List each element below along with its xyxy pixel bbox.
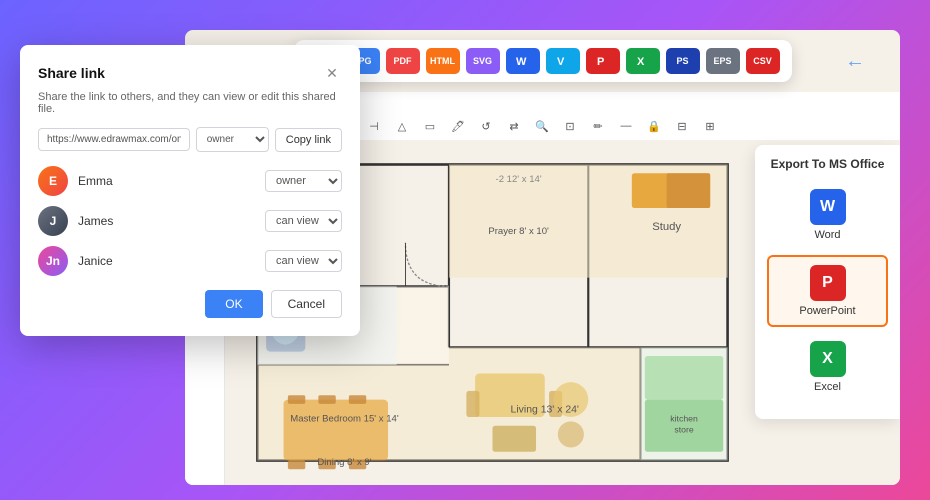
- triangle-tool[interactable]: △: [391, 115, 413, 137]
- role-select-janice[interactable]: owner can edit can view: [265, 250, 342, 272]
- crop-tool[interactable]: ⊡: [559, 115, 581, 137]
- format-toolbar: TIFF JPG PDF HTML SVG W V P X PS EPS CSV: [294, 40, 792, 82]
- more-tool[interactable]: ⊞: [699, 115, 721, 137]
- share-dialog: Share link ✕ Share the link to others, a…: [20, 45, 360, 336]
- user-name-emma: Emma: [78, 174, 265, 188]
- dialog-actions: OK Cancel: [38, 290, 342, 318]
- svg-text:kitchen: kitchen: [670, 413, 698, 423]
- pen-tool[interactable]: ✏: [587, 115, 609, 137]
- pdf-button[interactable]: PDF: [386, 48, 420, 74]
- html-button[interactable]: HTML: [426, 48, 460, 74]
- export-powerpoint-item[interactable]: P PowerPoint: [767, 255, 888, 327]
- svg-text:Living 13' x 24': Living 13' x 24': [511, 405, 579, 416]
- svg-text:Prayer 8' x 10': Prayer 8' x 10': [488, 226, 549, 237]
- user-row-janice: Jn Janice owner can edit can view: [38, 246, 342, 276]
- csv-button[interactable]: CSV: [746, 48, 780, 74]
- user-name-james: James: [78, 214, 265, 228]
- role-select-james[interactable]: owner can edit can view: [265, 210, 342, 232]
- avatar-janice: Jn: [38, 246, 68, 276]
- copy-link-button[interactable]: Copy link: [275, 128, 342, 152]
- zoom-in-tool[interactable]: 🔍: [531, 115, 553, 137]
- svg-text:-2 12' x 14': -2 12' x 14': [496, 174, 542, 185]
- flip-tool[interactable]: ⇄: [503, 115, 525, 137]
- svg-button[interactable]: SVG: [466, 48, 500, 74]
- word-label: Word: [814, 229, 840, 241]
- link-input[interactable]: [38, 128, 190, 151]
- svg-text:Study: Study: [652, 221, 681, 233]
- svg-text:Master Bedroom 15' x 14': Master Bedroom 15' x 14': [290, 413, 399, 424]
- export-word-item[interactable]: W Word: [767, 181, 888, 249]
- ps-button[interactable]: PS: [666, 48, 700, 74]
- avatar-james: J: [38, 206, 68, 236]
- word-icon: W: [810, 189, 846, 225]
- permission-select[interactable]: owner can edit can view: [196, 127, 269, 152]
- lock-tool[interactable]: 🔒: [643, 115, 665, 137]
- svg-text:X: X: [637, 56, 645, 68]
- role-select-emma[interactable]: owner can edit can view: [265, 170, 342, 192]
- rect-tool[interactable]: ▭: [419, 115, 441, 137]
- dialog-header: Share link ✕: [38, 63, 342, 83]
- dialog-description: Share the link to others, and they can v…: [38, 91, 342, 115]
- frame-tool[interactable]: ⊟: [671, 115, 693, 137]
- eps-button[interactable]: EPS: [706, 48, 740, 74]
- export-excel-item[interactable]: X Excel: [767, 333, 888, 401]
- line-tool[interactable]: ⊣: [363, 115, 385, 137]
- export-panel: Export To MS Office W Word P PowerPoint …: [755, 145, 900, 419]
- fill-tool[interactable]: 🖊: [447, 115, 469, 137]
- dash-tool[interactable]: —: [615, 115, 637, 137]
- svg-text:Dining 8' x 9': Dining 8' x 9': [317, 457, 371, 468]
- user-row-james: J James owner can edit can view: [38, 206, 342, 236]
- visio-button[interactable]: V: [546, 48, 580, 74]
- avatar-emma: E: [38, 166, 68, 196]
- toolbar-arrow: ←: [845, 50, 865, 73]
- rotate-tool[interactable]: ↺: [475, 115, 497, 137]
- svg-text:store: store: [674, 425, 693, 435]
- dialog-title: Share link: [38, 65, 105, 81]
- excel-label: Excel: [814, 381, 841, 393]
- svg-text:P: P: [597, 56, 604, 68]
- export-panel-title: Export To MS Office: [767, 157, 888, 171]
- svg-text:W: W: [516, 56, 527, 68]
- word-format-button[interactable]: W: [506, 48, 540, 74]
- cancel-button[interactable]: Cancel: [271, 290, 342, 318]
- user-row-emma: E Emma owner can edit can view: [38, 166, 342, 196]
- powerpoint-label: PowerPoint: [799, 305, 855, 317]
- ok-button[interactable]: OK: [205, 290, 262, 318]
- excel-format-button[interactable]: X: [626, 48, 660, 74]
- ppt-button[interactable]: P: [586, 48, 620, 74]
- link-row: owner can edit can view Copy link: [38, 127, 342, 152]
- excel-icon: X: [810, 341, 846, 377]
- user-name-janice: Janice: [78, 254, 265, 268]
- powerpoint-icon: P: [810, 265, 846, 301]
- svg-text:V: V: [557, 56, 565, 68]
- close-button[interactable]: ✕: [322, 63, 342, 83]
